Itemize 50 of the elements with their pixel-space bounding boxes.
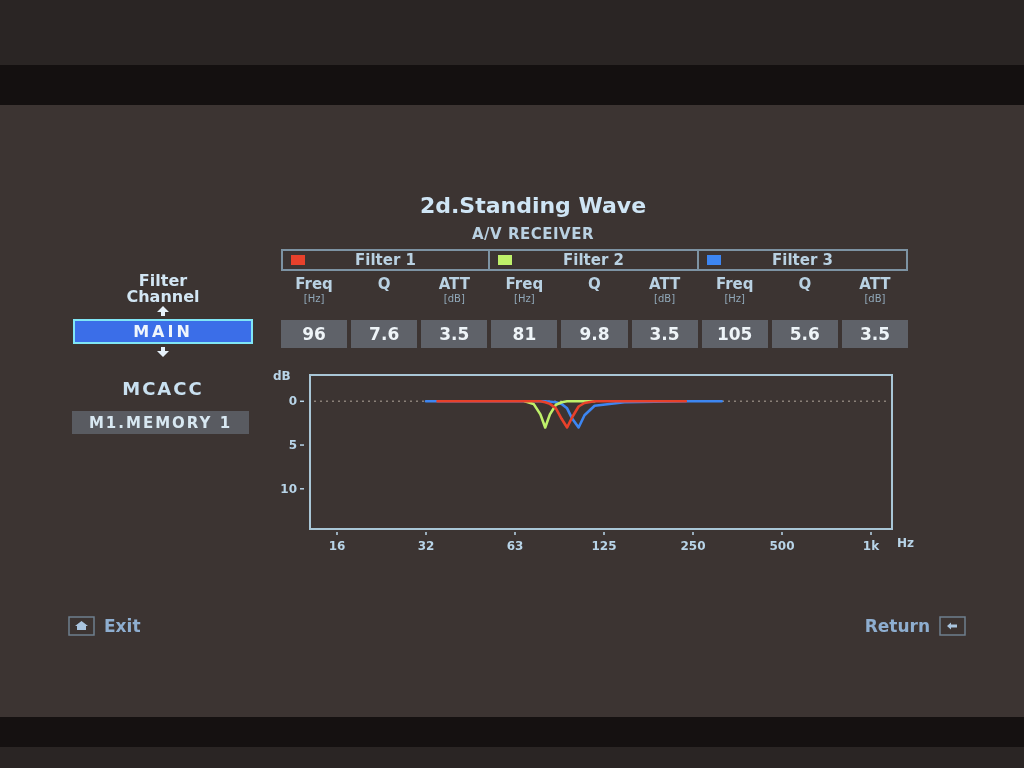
filter-name: Filter 1: [354, 251, 417, 269]
y-tick-label: 5: [288, 438, 297, 453]
parameter-label: ATT: [438, 276, 470, 293]
x-tick-label: 250: [680, 539, 706, 553]
channel-selector[interactable]: MAIN: [73, 319, 253, 344]
down-arrow-icon: [157, 347, 169, 357]
parameter-value-field[interactable]: 7.6: [351, 320, 418, 348]
parameter-value-field[interactable]: 96: [281, 320, 348, 348]
x-tick-label: 1k: [862, 539, 880, 553]
parameter-value-field[interactable]: 5.6: [771, 320, 838, 348]
x-tick-label: 16: [328, 539, 346, 553]
parameter-unit: [dB]: [864, 293, 886, 304]
parameter-unit: [dB]: [443, 293, 465, 304]
filter-name: Filter 3: [771, 251, 834, 269]
up-arrow-icon: [157, 306, 169, 316]
parameter-label: Q: [377, 276, 391, 293]
parameter-label: Freq: [505, 276, 544, 293]
parameter-value-field[interactable]: 9.8: [561, 320, 628, 348]
parameter-value-field[interactable]: 3.5: [841, 320, 908, 348]
parameter-label: Freq: [295, 276, 333, 293]
parameter-value-field[interactable]: 105: [701, 320, 768, 348]
parameter-value-field[interactable]: 3.5: [631, 320, 698, 348]
parameter-unit: [dB]: [654, 293, 676, 304]
filter-channel-label: Filter Channel: [125, 273, 201, 305]
parameter-label: ATT: [859, 276, 891, 293]
screen-subtitle: A/V RECEIVER: [472, 225, 594, 243]
parameter-unit: [Hz]: [724, 293, 745, 304]
screen-title: 2d.Standing Wave: [419, 193, 647, 219]
parameter-label: Q: [798, 276, 812, 293]
return-label: Return: [864, 616, 930, 636]
mcacc-memory-selector[interactable]: M1.MEMORY 1: [72, 411, 249, 434]
y-axis-unit: dB: [273, 369, 291, 383]
parameter-label: Q: [588, 276, 601, 293]
parameter-label: ATT: [648, 276, 681, 293]
parameter-unit: [Hz]: [303, 293, 325, 304]
parameter-value-field[interactable]: 81: [491, 320, 558, 348]
house-icon: [68, 616, 95, 636]
x-axis-unit: Hz: [897, 536, 915, 550]
parameter-label: Freq: [715, 276, 754, 293]
parameter-value-field[interactable]: 3.5: [421, 320, 488, 348]
parameter-unit: [Hz]: [514, 293, 535, 304]
y-tick-label: 0: [288, 394, 297, 409]
exit-label: Exit: [104, 616, 141, 636]
filter-name: Filter 2: [562, 251, 625, 269]
x-tick-label: 63: [506, 539, 524, 553]
x-tick-label: 500: [769, 539, 795, 553]
y-tick-label: 10: [280, 481, 297, 496]
x-tick-label: 32: [417, 539, 435, 553]
mcacc-label: MCACC: [122, 379, 204, 399]
x-tick-label: 125: [591, 539, 617, 553]
